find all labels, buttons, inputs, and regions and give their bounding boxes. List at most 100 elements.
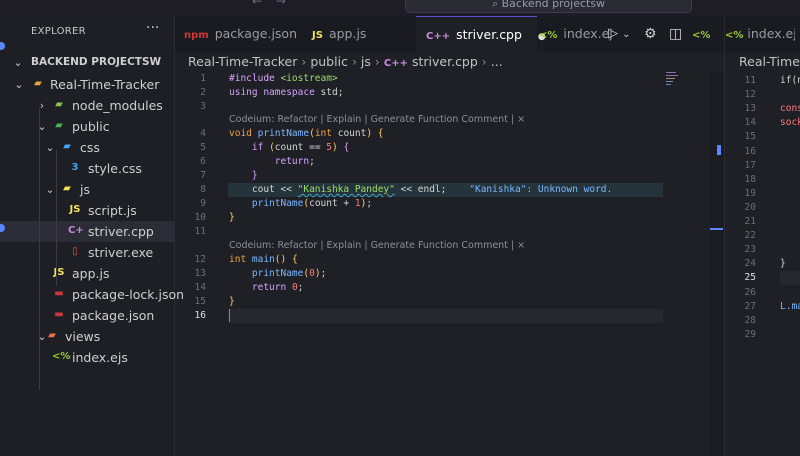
code-line[interactable]: printName(count + 1); — [229, 197, 372, 211]
title-bar: ← → ⌕ Backend projectsw — [0, 0, 800, 16]
line-number: 14 — [744, 117, 756, 129]
gear-icon[interactable]: ⚙ — [644, 16, 657, 52]
code-token: return — [274, 156, 310, 167]
explorer-heading: EXPLORER — [31, 26, 86, 37]
run-button[interactable]: ▷ ⌄ — [608, 16, 631, 52]
line-number: 6 — [200, 156, 206, 167]
code-line[interactable]: printName(0); — [229, 267, 326, 281]
tree-item[interactable]: <% index.ejs — [0, 347, 174, 368]
code-line[interactable]: if (count == 5) { — [229, 141, 349, 155]
folder-css-icon: ▰ — [63, 141, 71, 152]
code-line[interactable]: } — [229, 295, 235, 309]
line-number: 14 — [194, 282, 206, 293]
line-number: 16 — [744, 145, 756, 157]
minimap-line — [666, 84, 671, 85]
split-editor-icon[interactable]: ◫ — [669, 16, 682, 52]
tree-item[interactable]: ▬ package-lock.json — [0, 284, 184, 305]
line-number: 23 — [744, 244, 756, 256]
tree-item[interactable]: ⌄ ▰ css — [0, 137, 174, 158]
breadcrumb-item[interactable]: public — [310, 54, 348, 69]
tab-package-json[interactable]: npm package.json — [175, 16, 305, 52]
line-number: 2 — [200, 87, 206, 98]
code-token: <iostream> — [280, 73, 338, 84]
code-line[interactable]: if(n — [780, 74, 800, 88]
chevron-down-icon: ⌄ — [45, 183, 55, 196]
tab-index-ejs-right-label[interactable]: <% index.ejs — [725, 16, 795, 52]
code-token: { — [343, 142, 350, 153]
code-line[interactable]: int main() { — [229, 253, 298, 267]
code-line[interactable]: return; — [229, 155, 315, 169]
chevron-down-icon[interactable]: ⌄ — [622, 29, 630, 40]
project-header[interactable]: ⌄ BACKEND PROJECTSW — [0, 52, 174, 73]
chevron-down-icon: ⌄ — [45, 141, 55, 154]
breadcrumb: Real-Time-Tracker › public › js › C++ st… — [188, 52, 503, 72]
command-center-label: Backend projectsw — [501, 0, 606, 10]
tree-item[interactable]: ⌄ ▰ public — [0, 116, 174, 137]
tree-item[interactable]: C+ striver.cpp — [0, 221, 174, 242]
line-number: 20 — [744, 201, 756, 213]
codeium-codelens[interactable]: Codeium: Refactor | Explain | Generate F… — [229, 113, 525, 127]
code-line[interactable]: using namespace std; — [229, 86, 343, 100]
code-token: << endl; — [394, 184, 447, 195]
nav-arrows[interactable]: ← → — [252, 0, 286, 8]
exe-file-icon: ▯ — [72, 246, 78, 257]
tree-item[interactable]: ▯ striver.exe — [0, 242, 174, 263]
code-line[interactable]: cons — [780, 102, 800, 116]
breadcrumb-item[interactable]: js — [361, 54, 371, 69]
back-arrow-icon[interactable]: ← — [252, 0, 262, 8]
breadcrumb-item[interactable]: ... — [491, 54, 503, 69]
scroll-cursor-marker — [710, 228, 723, 230]
more-actions-icon[interactable]: ··· — [146, 20, 159, 36]
breadcrumb-item[interactable]: striver.cpp — [412, 54, 478, 69]
code-editor[interactable]: Codeium: Refactor | Explain | Generate F… — [175, 72, 723, 456]
code-token: { — [291, 254, 298, 265]
forward-arrow-icon[interactable]: → — [276, 0, 286, 8]
breadcrumb-item[interactable]: Real-Time-Tracker — [188, 54, 297, 69]
code-line[interactable]: } — [229, 211, 235, 225]
line-number: 21 — [744, 216, 756, 227]
minimap[interactable] — [663, 72, 711, 372]
minimap-line — [666, 75, 678, 76]
tab-label: index.ejs — [747, 26, 795, 41]
code-line[interactable]: } — [780, 257, 786, 271]
line-number: 29 — [744, 328, 756, 340]
command-center-search[interactable]: ⌕ Backend projectsw — [405, 0, 692, 13]
code-token: ; — [320, 268, 327, 279]
tree-item[interactable]: ⌄ ▰ Real-Time-Tracker — [0, 74, 174, 95]
ejs-icon: <% — [692, 30, 711, 41]
code-line[interactable]: cout << "Kanishka Pandey" << endl; "Kani… — [229, 183, 612, 197]
code-line[interactable]: void printName(int count) { — [229, 127, 384, 141]
tree-item[interactable]: JS app.js — [0, 263, 174, 284]
code-line[interactable]: return 0; — [229, 281, 304, 295]
codeium-codelens[interactable]: Codeium: Refactor | Explain | Generate F… — [229, 239, 525, 253]
line-number: 13 — [744, 103, 756, 115]
line-number: 3 — [200, 101, 206, 112]
code-line[interactable]: L.ma — [780, 300, 800, 314]
chevron-down-icon: ⌄ — [13, 56, 23, 69]
tree-item[interactable]: 3 style.css — [0, 158, 174, 179]
right-editor-pane[interactable]: <% index.ejs Real-Time-Tr 11 if(n 12 13 cons… — [724, 16, 800, 456]
code-line[interactable]: #include <iostream> — [229, 72, 338, 86]
tree-item[interactable]: ▬ package.json — [0, 305, 174, 326]
tree-item-label: views — [65, 329, 101, 344]
tab-app-js[interactable]: JS app.js — [303, 16, 416, 52]
tab-striver-cpp[interactable]: C++ striver.cpp ● — [416, 16, 546, 53]
tree-item[interactable]: › ▰ node_modules — [0, 95, 174, 116]
tree-item[interactable]: ⌄ ▰ js — [0, 179, 174, 200]
tree-item[interactable]: ⌄ ▰ views — [0, 326, 174, 347]
code-line[interactable] — [229, 309, 230, 323]
code-line[interactable]: } — [229, 169, 258, 183]
line-number: 17 — [744, 159, 756, 171]
cpp-icon: C++ — [426, 31, 451, 42]
css-file-icon: 3 — [71, 162, 79, 173]
tab-index-ejs-right[interactable]: <% — [692, 16, 725, 52]
right-breadcrumb[interactable]: Real-Time-Tr — [739, 52, 800, 72]
tab-index-ejs[interactable]: <% index.ej — [537, 16, 613, 52]
code-line[interactable]: sock — [780, 116, 800, 130]
minimap-line — [666, 78, 675, 79]
code-token: cout << — [229, 184, 298, 195]
editor-scrollbar[interactable] — [710, 72, 723, 456]
tree-item[interactable]: JS script.js — [0, 200, 174, 221]
